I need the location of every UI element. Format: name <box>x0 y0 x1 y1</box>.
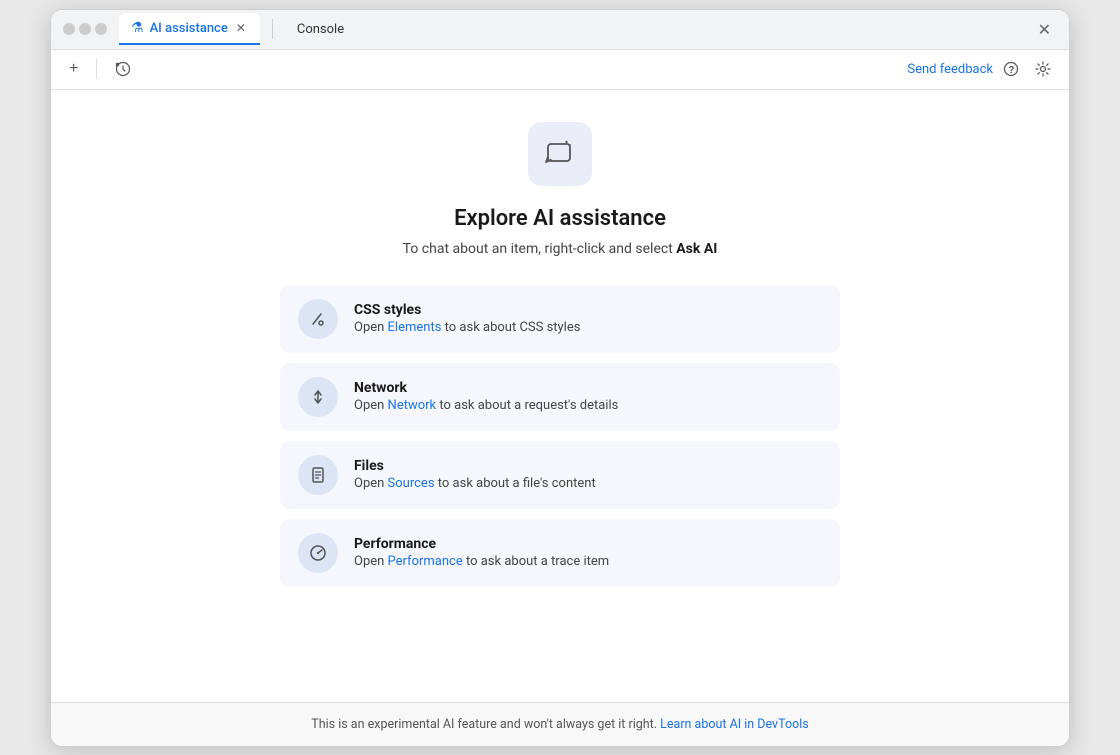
ai-assistance-tab-icon: ⚗ <box>131 20 144 36</box>
devtools-window: ⚗ AI assistance ✕ Console ✕ + Send feedb… <box>50 9 1070 747</box>
window-close-button[interactable]: ✕ <box>1032 16 1057 43</box>
tab-console-label: Console <box>297 22 344 37</box>
explore-subtitle: To chat about an item, right-click and s… <box>403 241 718 257</box>
dot-3 <box>95 23 107 35</box>
footer-text: This is an experimental AI feature and w… <box>311 717 660 732</box>
features-list: CSS styles Open Elements to ask about CS… <box>280 285 840 587</box>
css-styles-icon <box>308 309 328 329</box>
files-icon-wrap <box>298 455 338 495</box>
css-styles-text: CSS styles Open Elements to ask about CS… <box>354 302 580 335</box>
tab-ai-assistance-label: AI assistance <box>150 21 228 36</box>
feature-files: Files Open Sources to ask about a file's… <box>280 441 840 509</box>
tab-console[interactable]: Console <box>285 16 356 43</box>
feature-network: Network Open Network to ask about a requ… <box>280 363 840 431</box>
tab-ai-assistance[interactable]: ⚗ AI assistance ✕ <box>119 13 260 45</box>
toolbar-divider <box>96 59 97 79</box>
performance-icon-wrap <box>298 533 338 573</box>
send-feedback-link[interactable]: Send feedback <box>907 62 993 77</box>
help-icon: ? <box>1003 61 1019 77</box>
feature-css-styles: CSS styles Open Elements to ask about CS… <box>280 285 840 353</box>
performance-text: Performance Open Performance to ask abou… <box>354 536 609 569</box>
css-styles-title: CSS styles <box>354 302 580 318</box>
network-link[interactable]: Network <box>388 398 437 413</box>
tab-separator <box>272 19 273 39</box>
main-content: Explore AI assistance To chat about an i… <box>51 90 1069 670</box>
svg-text:?: ? <box>1008 65 1014 76</box>
files-title: Files <box>354 458 596 474</box>
network-icon-wrap <box>298 377 338 417</box>
sources-link[interactable]: Sources <box>388 476 435 491</box>
network-title: Network <box>354 380 618 396</box>
ai-chat-icon <box>544 138 576 170</box>
elements-link[interactable]: Elements <box>388 320 442 335</box>
settings-button[interactable] <box>1029 57 1057 81</box>
performance-link[interactable]: Performance <box>388 554 463 569</box>
files-desc: Open Sources to ask about a file's conte… <box>354 476 596 491</box>
history-icon <box>115 61 131 77</box>
css-styles-icon-wrap <box>298 299 338 339</box>
dot-2 <box>79 23 91 35</box>
toolbar-right: Send feedback ? <box>907 57 1057 81</box>
history-button[interactable] <box>109 57 137 81</box>
performance-desc: Open Performance to ask about a trace it… <box>354 554 609 569</box>
tab-ai-assistance-close[interactable]: ✕ <box>234 19 248 37</box>
new-tab-button[interactable]: + <box>63 56 84 82</box>
files-text: Files Open Sources to ask about a file's… <box>354 458 596 491</box>
performance-title: Performance <box>354 536 609 552</box>
network-icon <box>308 387 328 407</box>
network-desc: Open Network to ask about a request's de… <box>354 398 618 413</box>
performance-icon <box>308 543 328 563</box>
help-button[interactable]: ? <box>997 57 1025 81</box>
footer: This is an experimental AI feature and w… <box>51 702 1069 746</box>
learn-about-ai-link[interactable]: Learn about AI in DevTools <box>660 717 809 732</box>
title-bar: ⚗ AI assistance ✕ Console ✕ <box>51 10 1069 50</box>
hero-icon-container <box>528 122 592 186</box>
dot-1 <box>63 23 75 35</box>
files-icon <box>308 465 328 485</box>
toolbar: + Send feedback ? <box>51 50 1069 90</box>
settings-icon <box>1035 61 1051 77</box>
explore-title: Explore AI assistance <box>454 206 666 231</box>
feature-performance: Performance Open Performance to ask abou… <box>280 519 840 587</box>
network-text: Network Open Network to ask about a requ… <box>354 380 618 413</box>
css-styles-desc: Open Elements to ask about CSS styles <box>354 320 580 335</box>
window-dots <box>63 23 107 35</box>
